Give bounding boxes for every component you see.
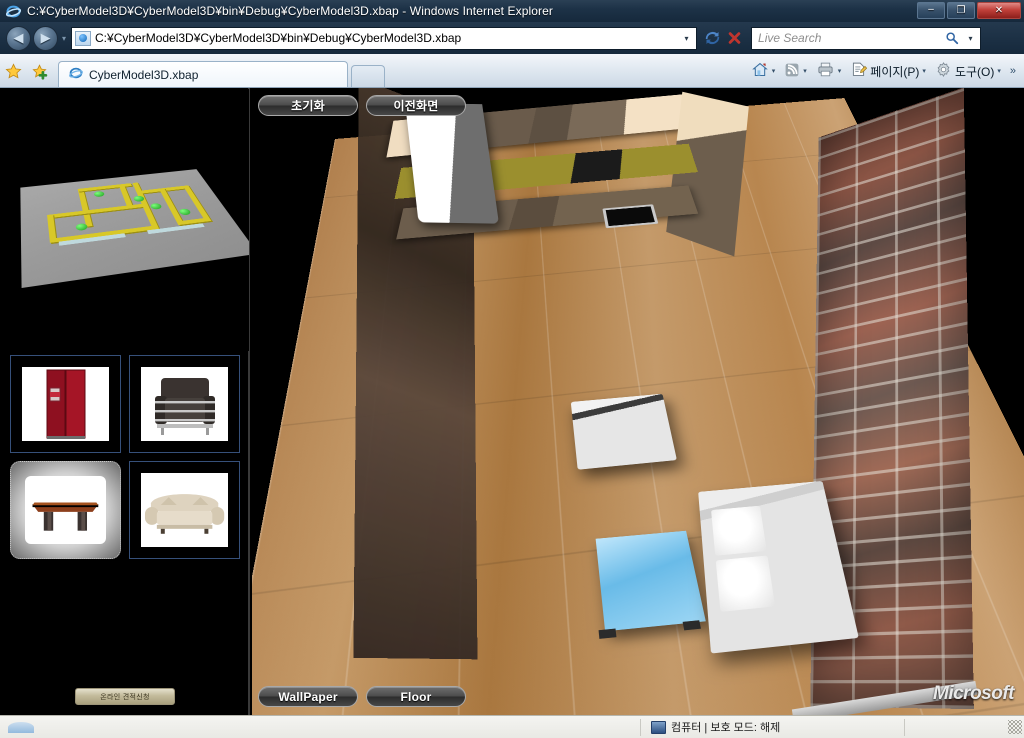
- print-icon: [816, 61, 835, 81]
- internet-explorer-icon: [5, 4, 22, 19]
- floor-plan-slab: [20, 169, 249, 288]
- wallpaper-label: WallPaper: [278, 689, 338, 704]
- white-armchair[interactable]: [570, 393, 677, 470]
- status-message-area: [0, 721, 640, 733]
- search-icon[interactable]: [941, 27, 963, 49]
- tools-menu-label: 도구(O): [954, 64, 995, 79]
- resize-grip[interactable]: [1008, 720, 1022, 734]
- page-caret-icon[interactable]: ▾: [922, 67, 926, 75]
- online-quote-request-label: 온라인 견적신청: [100, 693, 150, 701]
- security-zone-label: 컴퓨터 | 보호 모드: 해제: [671, 722, 781, 734]
- kitchen-side-cabinets: [666, 91, 749, 257]
- refrigerator-thumbnail-image: [21, 366, 110, 442]
- close-button[interactable]: ✕: [977, 2, 1021, 19]
- minimize-icon: –: [928, 4, 934, 15]
- catalog-item-sofa[interactable]: [129, 461, 240, 559]
- security-zone-indicator[interactable]: 컴퓨터 | 보호 모드: 해제: [640, 718, 790, 736]
- microsoft-watermark: Microsoft: [933, 683, 1015, 704]
- page-content: 온라인 견적신청 초기화 이전화면 WallPaper Floor Micros…: [0, 88, 1024, 715]
- address-dropdown-caret-icon[interactable]: ▾: [679, 34, 694, 43]
- armchair-thumbnail-image: [140, 366, 229, 442]
- home-caret-icon[interactable]: ▾: [772, 67, 776, 75]
- blue-glass-table[interactable]: [595, 530, 706, 632]
- catalog-item-refrigerator[interactable]: [10, 355, 121, 453]
- feeds-button[interactable]: ▾: [780, 59, 811, 83]
- floor-button[interactable]: Floor: [366, 686, 466, 707]
- tab-title: CyberModel3D.xbap: [89, 67, 199, 82]
- left-panel: 온라인 견적신청: [0, 88, 250, 715]
- room-3d-scene: [252, 88, 1024, 715]
- window-controls: – ❐ ✕: [917, 2, 1021, 19]
- forward-arrow-icon: ▶: [40, 30, 51, 45]
- tools-caret-icon[interactable]: ▾: [997, 67, 1001, 75]
- catalog-item-armchair[interactable]: [129, 355, 240, 453]
- print-button[interactable]: ▾: [812, 59, 846, 83]
- print-caret-icon[interactable]: ▾: [838, 67, 842, 75]
- restore-icon: ❐: [956, 5, 966, 16]
- internet-explorer-window: C:¥CyberModel3D¥CyberModel3D¥bin¥Debug¥C…: [0, 0, 1024, 738]
- search-input[interactable]: Live Search ▾: [751, 26, 982, 50]
- viewport-top-toolbar: 초기화 이전화면: [258, 95, 466, 116]
- zoom-level-control[interactable]: [904, 718, 1008, 736]
- feeds-caret-icon[interactable]: ▾: [803, 67, 807, 75]
- sofa-thumbnail-image: [140, 472, 229, 548]
- viewport-bottom-toolbar: WallPaper Floor: [258, 686, 466, 707]
- reset-view-label: 초기화: [291, 99, 325, 113]
- page-loaded-icon: [8, 721, 34, 733]
- title-bar: C:¥CyberModel3D¥CyberModel3D¥bin¥Debug¥C…: [0, 0, 1024, 22]
- overflow-chevron-icon: »: [1009, 65, 1016, 77]
- browser-tab[interactable]: CyberModel3D.xbap: [58, 61, 348, 87]
- tab-favicon-icon: [69, 66, 83, 83]
- restore-button[interactable]: ❐: [947, 2, 975, 19]
- minimize-button[interactable]: –: [917, 2, 945, 19]
- catalog-item-dining-table[interactable]: [10, 461, 121, 559]
- page-menu-button[interactable]: 페이지(P) ▾: [846, 59, 930, 83]
- online-quote-request-button[interactable]: 온라인 견적신청: [75, 688, 175, 705]
- refresh-button[interactable]: [701, 27, 723, 49]
- left-panel-footer: 온라인 견적신청: [0, 688, 250, 705]
- stop-button[interactable]: [723, 27, 745, 49]
- search-placeholder: Live Search: [758, 31, 822, 45]
- recent-pages-caret-icon[interactable]: ▾: [62, 34, 66, 43]
- tools-menu-button[interactable]: 도구(O) ▾: [931, 59, 1005, 83]
- floor-label: Floor: [400, 689, 432, 704]
- page-favicon-icon: [75, 30, 92, 46]
- tab-bar: CyberModel3D.xbap ▾ ▾ ▾ 페이지(P) ▾ 도구(O) ▾…: [0, 54, 1024, 88]
- rss-feed-icon: [784, 62, 800, 81]
- room-3d-viewport[interactable]: 초기화 이전화면 WallPaper Floor Microsoft: [252, 88, 1024, 715]
- favorites-center-button[interactable]: [0, 57, 26, 85]
- back-button[interactable]: ◀: [6, 25, 31, 51]
- status-right-area: [904, 718, 1024, 736]
- window-title: C:¥CyberModel3D¥CyberModel3D¥bin¥Debug¥C…: [27, 4, 553, 18]
- tools-gear-icon: [935, 61, 952, 81]
- reset-view-button[interactable]: 초기화: [258, 95, 358, 116]
- furniture-catalog: [0, 351, 250, 563]
- add-to-favorites-button[interactable]: [26, 57, 52, 85]
- previous-screen-label: 이전화면: [393, 99, 439, 113]
- page-menu-label: 페이지(P): [870, 64, 920, 79]
- address-url-text: C:¥CyberModel3D¥CyberModel3D¥bin¥Debug¥C…: [95, 31, 462, 45]
- new-tab-button[interactable]: [351, 65, 385, 87]
- command-overflow-button[interactable]: »: [1006, 59, 1020, 83]
- forward-button[interactable]: ▶: [33, 25, 58, 51]
- home-icon: [751, 61, 769, 81]
- address-bar: ◀ ▶ ▾ C:¥CyberModel3D¥CyberModel3D¥bin¥D…: [0, 22, 1024, 54]
- status-bar: 컴퓨터 | 보호 모드: 해제: [0, 715, 1024, 738]
- computer-zone-icon: [651, 720, 666, 734]
- previous-screen-button[interactable]: 이전화면: [366, 95, 466, 116]
- floor-plan-preview[interactable]: [1, 89, 249, 351]
- wallpaper-button[interactable]: WallPaper: [258, 686, 358, 707]
- close-icon: ✕: [994, 5, 1004, 16]
- search-provider-caret-icon[interactable]: ▾: [963, 34, 978, 43]
- dining-table-thumbnail-image: [25, 475, 106, 545]
- page-icon: [850, 61, 868, 81]
- home-button[interactable]: ▾: [747, 59, 780, 83]
- address-input[interactable]: C:¥CyberModel3D¥CyberModel3D¥bin¥Debug¥C…: [71, 26, 698, 50]
- back-arrow-icon: ◀: [13, 30, 24, 45]
- command-bar: ▾ ▾ ▾ 페이지(P) ▾ 도구(O) ▾ »: [747, 55, 1024, 87]
